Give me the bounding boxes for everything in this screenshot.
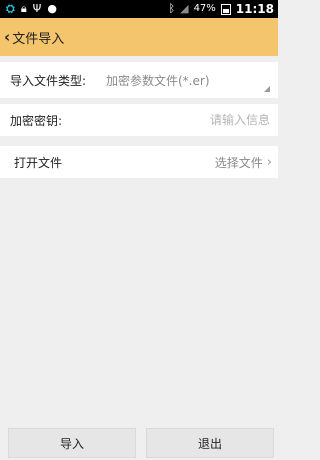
key-input[interactable] <box>120 109 270 131</box>
battery-icon <box>220 3 231 15</box>
select-file-link[interactable]: 选择文件 › <box>215 154 272 171</box>
usb-icon: Ψ <box>32 2 42 15</box>
bluetooth-icon: ᛒ <box>168 2 176 15</box>
select-file-label: 选择文件 <box>214 155 263 170</box>
status-bar: ⛭ 🔒︎ Ψ ● ᛒ ◢ 47% 11:18 <box>0 0 278 18</box>
app-notification-icon: ⛭ <box>6 2 15 15</box>
clock: 11:18 <box>235 2 274 16</box>
battery-percent: 47% <box>193 3 216 14</box>
chevron-right-icon: › <box>266 154 272 170</box>
signal-icon: ◢ <box>180 2 189 15</box>
page-title: 文件导入 <box>12 31 65 47</box>
title-bar: ‹ 文件导入 <box>0 18 278 56</box>
status-bar-notifications: ⛭ 🔒︎ Ψ ● <box>6 0 57 18</box>
import-button[interactable]: 导入 <box>8 428 136 458</box>
file-type-select[interactable]: 加密参数文件(*.er) <box>106 72 210 89</box>
back-button[interactable]: ‹ 文件导入 <box>0 18 64 56</box>
file-type-label: 导入文件类型: <box>10 73 87 88</box>
android-icon: ● <box>47 2 57 15</box>
open-file-label: 打开文件 <box>14 155 63 170</box>
dropdown-indicator-icon <box>264 86 270 92</box>
key-label: 加密密钥: <box>10 113 63 128</box>
open-file-row[interactable]: 打开文件 选择文件 › <box>0 146 278 178</box>
file-type-row: 导入文件类型: 加密参数文件(*.er) <box>0 62 278 98</box>
status-bar-system: ᛒ ◢ 47% 11:18 <box>168 0 274 18</box>
chevron-left-icon: ‹ <box>4 28 11 46</box>
lock-icon: 🔒︎ <box>20 2 27 15</box>
key-row: 加密密钥: <box>0 104 278 136</box>
exit-button[interactable]: 退出 <box>146 428 274 458</box>
